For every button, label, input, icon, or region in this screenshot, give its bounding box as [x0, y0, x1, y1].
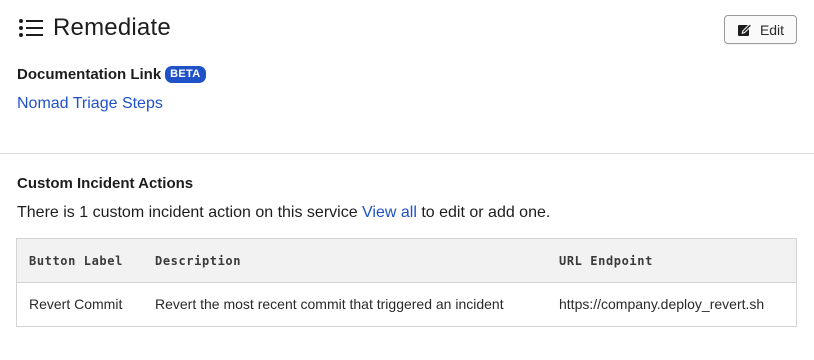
edit-icon	[737, 23, 752, 36]
view-all-link[interactable]: View all	[362, 204, 417, 221]
custom-actions-title: Custom Incident Actions	[17, 175, 194, 192]
custom-actions-table: Button Label Description URL Endpoint Re…	[16, 238, 797, 327]
section-divider	[0, 153, 814, 154]
documentation-link[interactable]: Nomad Triage Steps	[17, 95, 163, 113]
table-row: Revert Commit Revert the most recent com…	[17, 283, 796, 327]
edit-button-label: Edit	[759, 21, 785, 38]
beta-badge: BETA	[165, 66, 206, 83]
description-prefix: There is 1 custom incident action on thi…	[17, 204, 363, 221]
documentation-label-text: Documentation Link	[17, 66, 162, 83]
column-header-button-label: Button Label	[29, 254, 123, 268]
cell-url-endpoint: https://company.deploy_revert.sh	[559, 296, 765, 312]
cell-button-label: Revert Commit	[29, 296, 123, 312]
list-icon	[19, 19, 43, 37]
column-header-url-endpoint: URL Endpoint	[559, 254, 653, 268]
column-header-description: Description	[155, 254, 242, 268]
custom-actions-description: There is 1 custom incident action on thi…	[17, 204, 550, 222]
edit-button[interactable]: Edit	[724, 15, 797, 44]
documentation-link-label: Documentation Link BETA	[17, 66, 206, 83]
description-suffix: to edit or add one.	[416, 204, 551, 221]
remediate-panel: Remediate Edit Documentation Link BETA N…	[0, 0, 814, 360]
page-title: Remediate	[53, 14, 171, 41]
table-header: Button Label Description URL Endpoint	[17, 239, 796, 283]
cell-description: Revert the most recent commit that trigg…	[155, 296, 504, 312]
section-header: Remediate	[18, 14, 171, 42]
